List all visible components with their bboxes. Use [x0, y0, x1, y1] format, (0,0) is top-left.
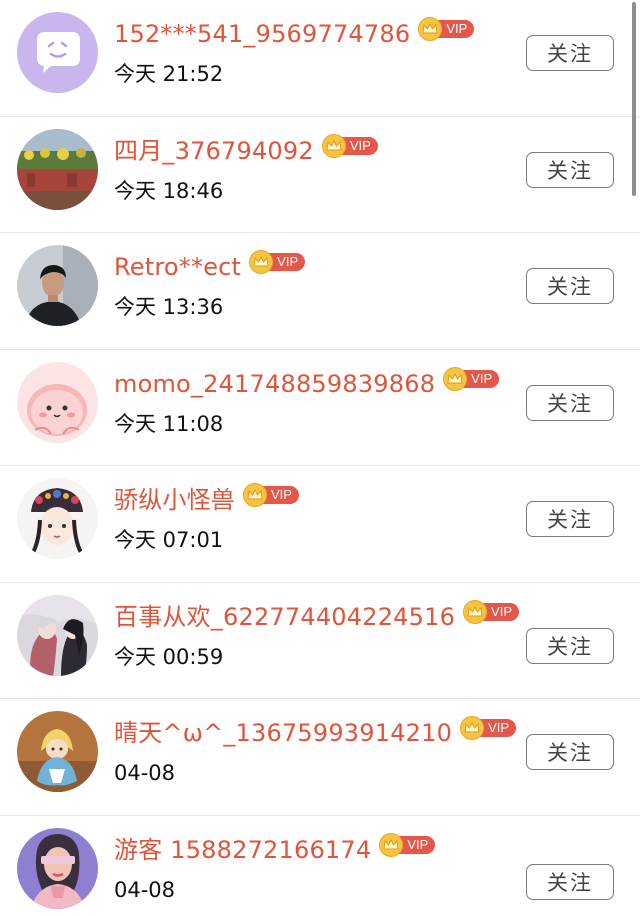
user-name[interactable]: 四月_376794092 — [114, 134, 314, 168]
avatar[interactable] — [17, 827, 98, 909]
purple-chat-icon — [17, 12, 98, 93]
follower-list: 152***541_9569774786 VIP 今天 21:52 关注 四月_… — [0, 0, 640, 916]
crown-icon — [463, 599, 488, 624]
garden-photo — [17, 128, 98, 210]
timestamp: 今天 11:08 — [114, 411, 224, 436]
follow-button[interactable]: 关注 — [526, 863, 614, 900]
blindfold-illustration — [17, 827, 98, 909]
list-item[interactable]: momo_241748859839868 VIP 今天 11:08 关注 — [0, 350, 640, 466]
avatar[interactable] — [17, 12, 98, 93]
vip-badge: VIP — [243, 483, 299, 507]
list-item[interactable]: 百事从欢_622774404224516 VIP 今天 00:59 关注 — [0, 583, 640, 699]
vip-badge: VIP — [418, 17, 475, 41]
timestamp: 今天 13:36 — [114, 295, 224, 319]
avatar[interactable] — [17, 478, 98, 559]
scrollbar[interactable] — [632, 2, 636, 196]
list-item[interactable]: 游客 1588272166174 VIP 04-08 关注 — [0, 816, 640, 916]
list-item[interactable]: 152***541_9569774786 VIP 今天 21:52 关注 — [0, 0, 640, 117]
timestamp: 今天 21:52 — [114, 62, 224, 86]
vip-badge: VIP — [443, 366, 500, 391]
timestamp: 04-08 — [114, 761, 176, 785]
follow-button[interactable]: 关注 — [526, 627, 614, 664]
list-item[interactable]: 四月_376794092 VIP 今天 18:46 关注 — [0, 117, 640, 233]
vip-badge: VIP — [249, 250, 306, 274]
vip-label: VIP — [397, 835, 436, 854]
crown-icon — [249, 250, 274, 274]
pink-cartoon — [17, 361, 98, 443]
follow-button[interactable]: 关注 — [526, 384, 614, 421]
crown-icon — [321, 133, 346, 158]
crown-icon — [243, 483, 267, 507]
crown-icon — [379, 832, 404, 857]
user-name[interactable]: 百事从欢_622774404224516 — [114, 600, 455, 634]
user-name[interactable]: momo_241748859839868 — [114, 367, 435, 401]
avatar[interactable] — [17, 711, 98, 792]
queen-cartoon — [17, 478, 98, 559]
follow-button[interactable]: 关注 — [526, 151, 614, 188]
user-name[interactable]: 骄纵小怪兽 — [114, 483, 235, 517]
vip-badge: VIP — [460, 716, 517, 740]
user-name[interactable]: 晴天^ω^_13675993914210 — [114, 716, 452, 750]
timestamp: 今天 00:59 — [114, 644, 224, 669]
list-item[interactable]: 晴天^ω^_13675993914210 VIP 04-08 关注 — [0, 699, 640, 816]
crown-icon — [460, 716, 485, 740]
vip-badge: VIP — [463, 599, 520, 624]
follow-button[interactable]: 关注 — [526, 268, 614, 304]
user-name[interactable]: 游客 1588272166174 — [114, 833, 371, 867]
crown-icon — [443, 366, 468, 391]
avatar[interactable] — [17, 594, 98, 676]
avatar[interactable] — [17, 128, 98, 210]
follow-button[interactable]: 关注 — [526, 734, 614, 770]
timestamp: 04-08 — [114, 877, 176, 902]
vip-badge: VIP — [379, 832, 436, 857]
user-name[interactable]: 152***541_9569774786 — [114, 17, 410, 51]
man-photo — [17, 245, 98, 326]
user-name[interactable]: Retro**ect — [114, 250, 241, 284]
vip-badge: VIP — [321, 133, 378, 158]
alice-illustration — [17, 711, 98, 792]
avatar[interactable] — [17, 361, 98, 443]
list-item[interactable]: Retro**ect VIP 今天 13:36 关注 — [0, 233, 640, 350]
timestamp: 今天 07:01 — [114, 528, 224, 552]
follow-button[interactable]: 关注 — [526, 35, 614, 71]
avatar[interactable] — [17, 245, 98, 326]
follow-button[interactable]: 关注 — [526, 501, 614, 537]
anime-couple — [17, 594, 98, 676]
timestamp: 今天 18:46 — [114, 178, 224, 203]
list-item[interactable]: 骄纵小怪兽 VIP 今天 07:01 关注 — [0, 466, 640, 583]
